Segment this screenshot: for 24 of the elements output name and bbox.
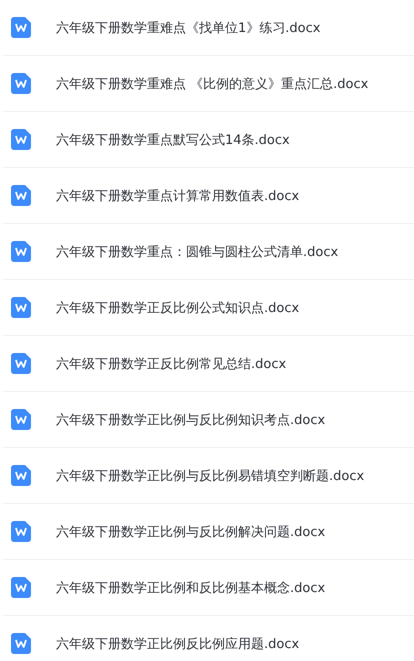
file-name[interactable]: 六年级下册数学重点：圆锥与圆柱公式清单.docx <box>56 242 338 260</box>
document-icon <box>11 73 31 94</box>
document-icon <box>11 633 31 654</box>
document-icon <box>11 17 31 38</box>
file-name[interactable]: 六年级下册数学重难点《找单位1》练习.docx <box>56 18 320 36</box>
document-icon <box>11 577 31 598</box>
document-icon <box>11 409 31 430</box>
file-name[interactable]: 六年级下册数学正比例与反比例解决问题.docx <box>56 522 326 540</box>
file-name[interactable]: 六年级下册数学重点计算常用数值表.docx <box>56 186 300 204</box>
file-name[interactable]: 六年级下册数学正比例与反比例知识考点.docx <box>56 410 326 428</box>
document-icon <box>11 297 31 318</box>
file-name[interactable]: 六年级下册数学正比例反比例应用题.docx <box>56 634 300 652</box>
document-icon <box>11 353 31 374</box>
file-name[interactable]: 六年级下册数学正比例和反比例基本概念.docx <box>56 578 326 596</box>
file-name[interactable]: 六年级下册数学正反比例公式知识点.docx <box>56 298 300 316</box>
file-name[interactable]: 六年级下册数学重点默写公式14条.docx <box>56 130 290 148</box>
file-name[interactable]: 六年级下册数学正比例与反比例易错填空判断题.docx <box>56 466 364 484</box>
document-icon <box>11 521 31 542</box>
document-icon <box>11 465 31 486</box>
file-name[interactable]: 六年级下册数学重难点 《比例的意义》重点汇总.docx <box>56 74 368 92</box>
document-icon <box>11 129 31 150</box>
document-icon <box>11 185 31 206</box>
file-name[interactable]: 六年级下册数学正反比例常见总结.docx <box>56 354 286 372</box>
document-icon <box>11 241 31 262</box>
